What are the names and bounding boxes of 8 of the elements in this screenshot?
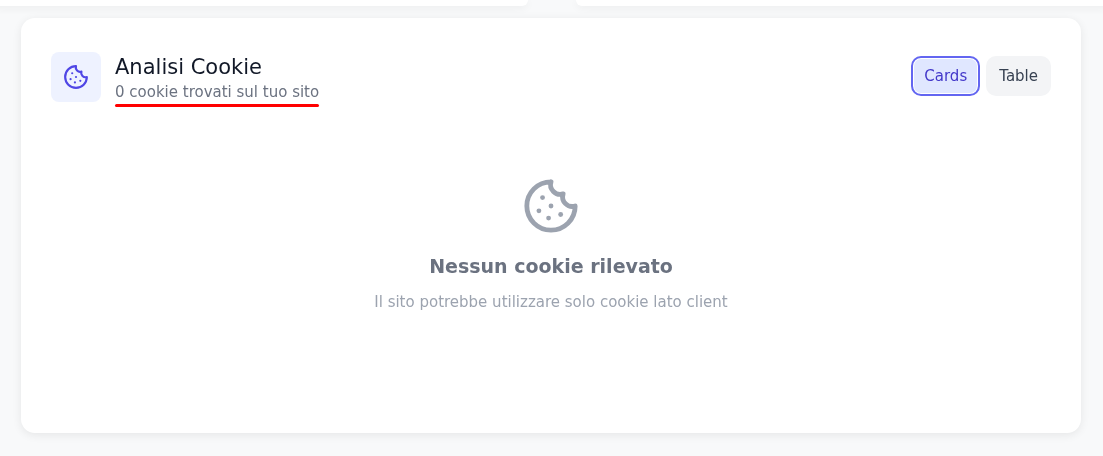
view-tab[interactable]: Cards	[911, 56, 981, 96]
card-subtitle: 0 cookie trovati sul tuo sito	[115, 82, 320, 103]
cookie-icon	[51, 52, 101, 102]
empty-state-title: Nessun cookie rilevato	[429, 255, 673, 277]
card-title: Analisi Cookie	[115, 54, 263, 81]
view-tab[interactable]: Table	[986, 56, 1051, 96]
cookie-icon	[522, 177, 580, 235]
empty-state-message: Il sito potrebbe utilizzare solo cookie lato client	[374, 293, 728, 311]
